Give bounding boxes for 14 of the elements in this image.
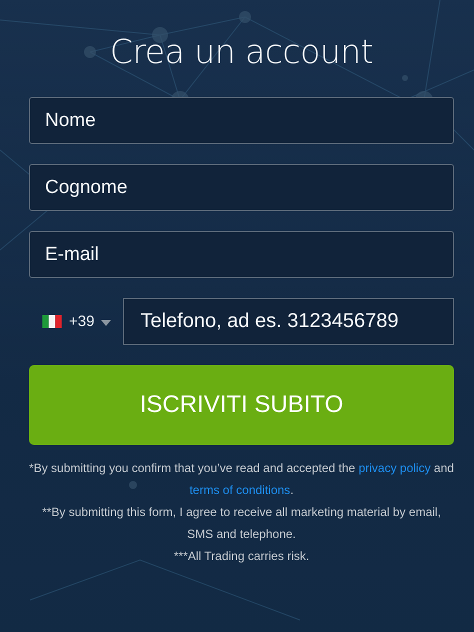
submit-button[interactable]: ISCRIVITI SUBITO (29, 365, 454, 445)
disclaimer-text: **By submitting this form, I agree to receive all marketing material by email, SMS and telephone. (41, 504, 442, 543)
country-code-selector[interactable]: +39 (29, 298, 124, 344)
disclaimer-text: ***All Trading carries risk. (172, 548, 310, 565)
caret-icon (101, 320, 112, 326)
phone-field[interactable]: Telefono, ad es. 3123456789 (123, 298, 454, 345)
disclaimer-text: *By submitting you confirm that you’ve read and accepted the privacy policy and terms of conditions. (29, 460, 454, 499)
input-field[interactable]: Nome (29, 97, 454, 144)
flag-icon (42, 315, 62, 328)
text-link[interactable]: privacy policy (358, 461, 431, 475)
input-field[interactable]: Cognome (29, 164, 454, 211)
text-link[interactable]: terms of conditions (189, 483, 290, 497)
form-title: Crea un account (110, 31, 374, 73)
input-field[interactable]: E-mail (29, 231, 454, 278)
